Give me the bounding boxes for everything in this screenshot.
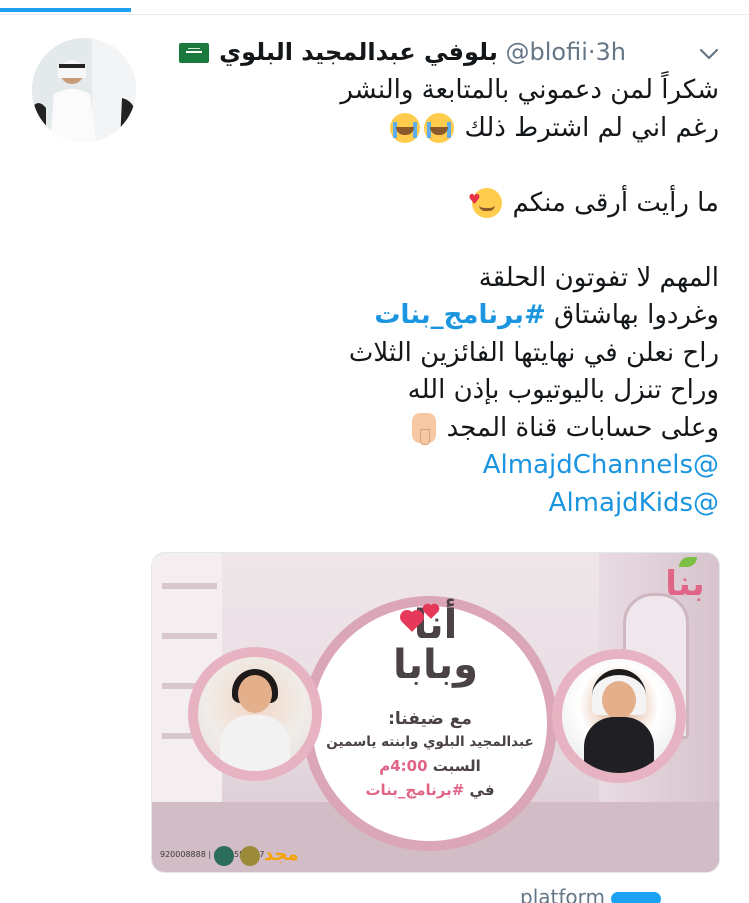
banat-logo: بنا <box>665 564 705 604</box>
show-day: السبت <box>432 757 481 775</box>
tweet-line: وعلى حسابات قناة المجد <box>149 410 719 448</box>
tweet-line: وراح تنزل باليوتيوب بإذن الله <box>407 375 719 405</box>
tweet-line: ما رأيت أرقى منكم <box>149 182 719 223</box>
showtime: السبت 4:00م <box>335 757 525 775</box>
avatar[interactable] <box>32 38 136 142</box>
tweet-line: راح نعلن في نهايتها الفائزين الثلاث <box>348 337 719 368</box>
in-label: في <box>469 781 495 799</box>
chevron-down-icon[interactable] <box>698 44 720 64</box>
majd-kids-logo: مجد <box>264 844 299 865</box>
shelf <box>162 583 217 589</box>
show-title-line2: وبابا <box>393 642 478 688</box>
crying-face-icon <box>390 113 421 143</box>
pointing-down-icon <box>412 413 437 445</box>
tweet-header: بلوفي عبدالمجيد البلوي @blofii·3h <box>150 36 720 72</box>
tweet-line: شكراً لمن دعموني بالمتابعة والنشر <box>340 75 719 105</box>
tweet-line-text: رغم اني لم اشترط ذلك <box>464 112 719 143</box>
mention-link[interactable]: @AlmajdChannels <box>483 450 719 480</box>
show-title: أنا وبابا <box>152 605 719 685</box>
guest-label: مع ضيفنا: <box>388 709 472 729</box>
show-hashtag: في #برنامج_بنات <box>335 781 525 799</box>
tweet-line: @AlmajdChannels <box>149 447 719 485</box>
tweet-time[interactable]: 3h <box>596 38 626 66</box>
mention-link[interactable]: @AlmajdKids <box>549 488 719 518</box>
tweet-line: المهم لا تفوتون الحلقة <box>478 262 719 293</box>
header-line: بلوفي عبدالمجيد البلوي @blofii·3h <box>179 38 626 66</box>
smiling-face-with-hearts-icon <box>468 182 503 220</box>
next-tweet-preview: platform <box>520 885 749 903</box>
channel-logo-icon <box>240 846 260 866</box>
tweet-line: رغم اني لم اشترط ذلك <box>149 110 719 148</box>
link-preview-icon <box>610 891 661 903</box>
separator: · <box>587 38 596 66</box>
show-time: 4:00م <box>379 757 428 775</box>
man-face <box>602 681 636 719</box>
avatar-photo <box>32 38 136 142</box>
crying-face-icon <box>424 113 455 143</box>
saudi-flag-icon <box>179 43 210 63</box>
tweet-text: شكراً لمن دعموني بالمتابعة والنشر رغم ان… <box>149 72 719 522</box>
guest-names: عبدالمجيد البلوي وابنته ياسمين <box>326 734 534 750</box>
tab-bar <box>0 0 749 15</box>
tweet-line-text: وغردوا بهاشتاق <box>554 300 719 330</box>
card-footer: 920008888 | 0555555777 مجد <box>160 844 310 866</box>
channel-logo-icon <box>214 846 234 866</box>
girl-body <box>220 715 290 771</box>
man-body <box>584 717 654 773</box>
author-name[interactable]: بلوفي عبدالمجيد البلوي <box>219 38 498 66</box>
tweet-line-text: ما رأيت أرقى منكم <box>512 187 719 218</box>
card-hashtag: #برنامج_بنات <box>365 781 465 799</box>
tweet-line: وغردوا بهاشتاق #برنامج_بنات <box>149 297 719 335</box>
active-tab-indicator <box>0 8 131 12</box>
media-card[interactable]: أنا وبابا مع ضيفنا: عبدالمجيد البلوي واب… <box>151 552 720 873</box>
tweet-line: @AlmajdKids <box>149 485 719 523</box>
tweet-line-text: وعلى حسابات قناة المجد <box>446 412 719 443</box>
hashtag-link[interactable]: #برنامج_بنات <box>374 300 545 330</box>
author-handle[interactable]: @blofii <box>506 38 588 66</box>
next-tweet-text: platform <box>520 885 605 903</box>
